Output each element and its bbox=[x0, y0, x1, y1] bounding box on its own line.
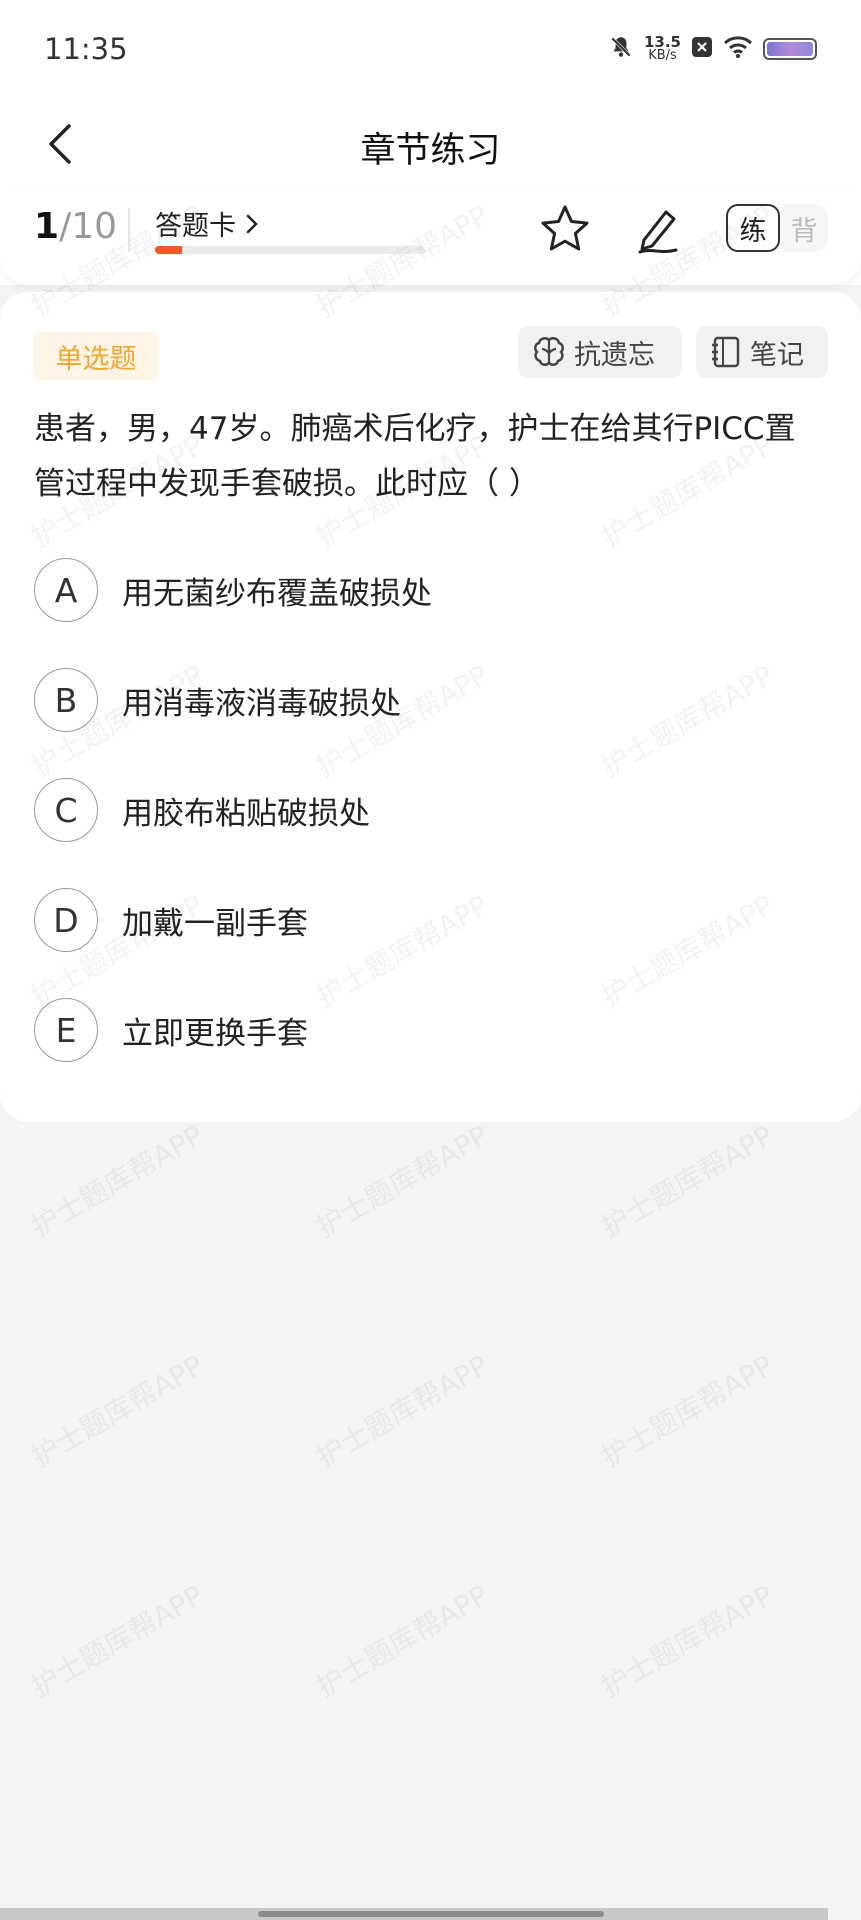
net-speed: 13.5 KB/s bbox=[643, 33, 681, 63]
option-text: 用无菌纱布覆盖破损处 bbox=[122, 575, 432, 612]
mode-practice-button[interactable]: 练 bbox=[726, 204, 780, 252]
watermark-text: 护士题库帮APP bbox=[310, 1578, 495, 1704]
x-notification-icon bbox=[691, 36, 713, 62]
wifi-icon bbox=[723, 35, 753, 63]
question-card: 单选题 抗遗忘 笔记 患者，男，47岁。肺癌术后化疗，护士在给其行PICC置管过… bbox=[0, 292, 861, 1122]
watermark-text: 护士题库帮APP bbox=[25, 1118, 210, 1244]
option-letter: A bbox=[34, 558, 98, 622]
notes-button[interactable]: 笔记 bbox=[696, 326, 828, 378]
brain-icon bbox=[534, 337, 564, 366]
edit-button[interactable] bbox=[632, 202, 686, 256]
chevron-right-icon bbox=[246, 214, 258, 234]
watermark-text: 护士题库帮APP bbox=[595, 1578, 780, 1704]
battery-icon bbox=[763, 38, 817, 60]
scrollbar-thumb[interactable] bbox=[258, 1911, 604, 1917]
favorite-button[interactable] bbox=[538, 202, 592, 256]
option-text: 用胶布粘贴破损处 bbox=[122, 795, 370, 832]
watermark-text: 护士题库帮APP bbox=[25, 1578, 210, 1704]
status-bar: 11:35 13.5 KB/s bbox=[0, 0, 861, 100]
option-a[interactable]: A 用无菌纱布覆盖破损处 bbox=[34, 557, 824, 623]
question-text: 患者，男，47岁。肺癌术后化疗，护士在给其行PICC置管过程中发现手套破损。此时… bbox=[34, 411, 796, 502]
option-c[interactable]: C 用胶布粘贴破损处 bbox=[34, 777, 824, 843]
mode-recite-button[interactable]: 背 bbox=[780, 204, 828, 252]
page-title: 章节练习 bbox=[360, 131, 501, 171]
nav-bar: 章节练习 bbox=[0, 100, 861, 190]
option-b[interactable]: B 用消毒液消毒破损处 bbox=[34, 667, 824, 733]
divider bbox=[128, 208, 130, 252]
option-letter: E bbox=[34, 998, 98, 1062]
mute-bell-icon bbox=[608, 34, 634, 64]
watermark-text: 护士题库帮APP bbox=[25, 1348, 210, 1474]
option-text: 用消毒液消毒破损处 bbox=[122, 685, 401, 722]
option-letter: C bbox=[34, 778, 98, 842]
option-text: 立即更换手套 bbox=[122, 1015, 308, 1052]
option-e[interactable]: E 立即更换手套 bbox=[34, 997, 824, 1063]
notebook-icon bbox=[712, 336, 740, 368]
pen-icon bbox=[638, 210, 678, 254]
status-time: 11:35 bbox=[44, 32, 128, 66]
question-counter: 1/10 bbox=[34, 206, 117, 247]
watermark-text: 护士题库帮APP bbox=[595, 1118, 780, 1244]
option-d[interactable]: D 加戴一副手套 bbox=[34, 887, 824, 953]
answer-card-link[interactable]: 答题卡 bbox=[155, 204, 259, 243]
watermark-text: 护士题库帮APP bbox=[595, 1348, 780, 1474]
star-icon bbox=[541, 205, 589, 251]
option-letter: D bbox=[34, 888, 98, 952]
answer-card-progress bbox=[155, 246, 425, 254]
option-letter: B bbox=[34, 668, 98, 732]
option-text: 加戴一副手套 bbox=[122, 905, 308, 942]
question-toolbar: 1/10 答题卡 练 背 bbox=[0, 190, 861, 285]
mode-toggle: 练 背 bbox=[726, 204, 828, 254]
watermark-text: 护士题库帮APP bbox=[310, 1348, 495, 1474]
status-icons: 13.5 KB/s bbox=[608, 34, 817, 64]
anti-forget-button[interactable]: 抗遗忘 bbox=[518, 326, 682, 378]
watermark-text: 护士题库帮APP bbox=[310, 1118, 495, 1244]
question-type-badge: 单选题 bbox=[34, 332, 158, 380]
